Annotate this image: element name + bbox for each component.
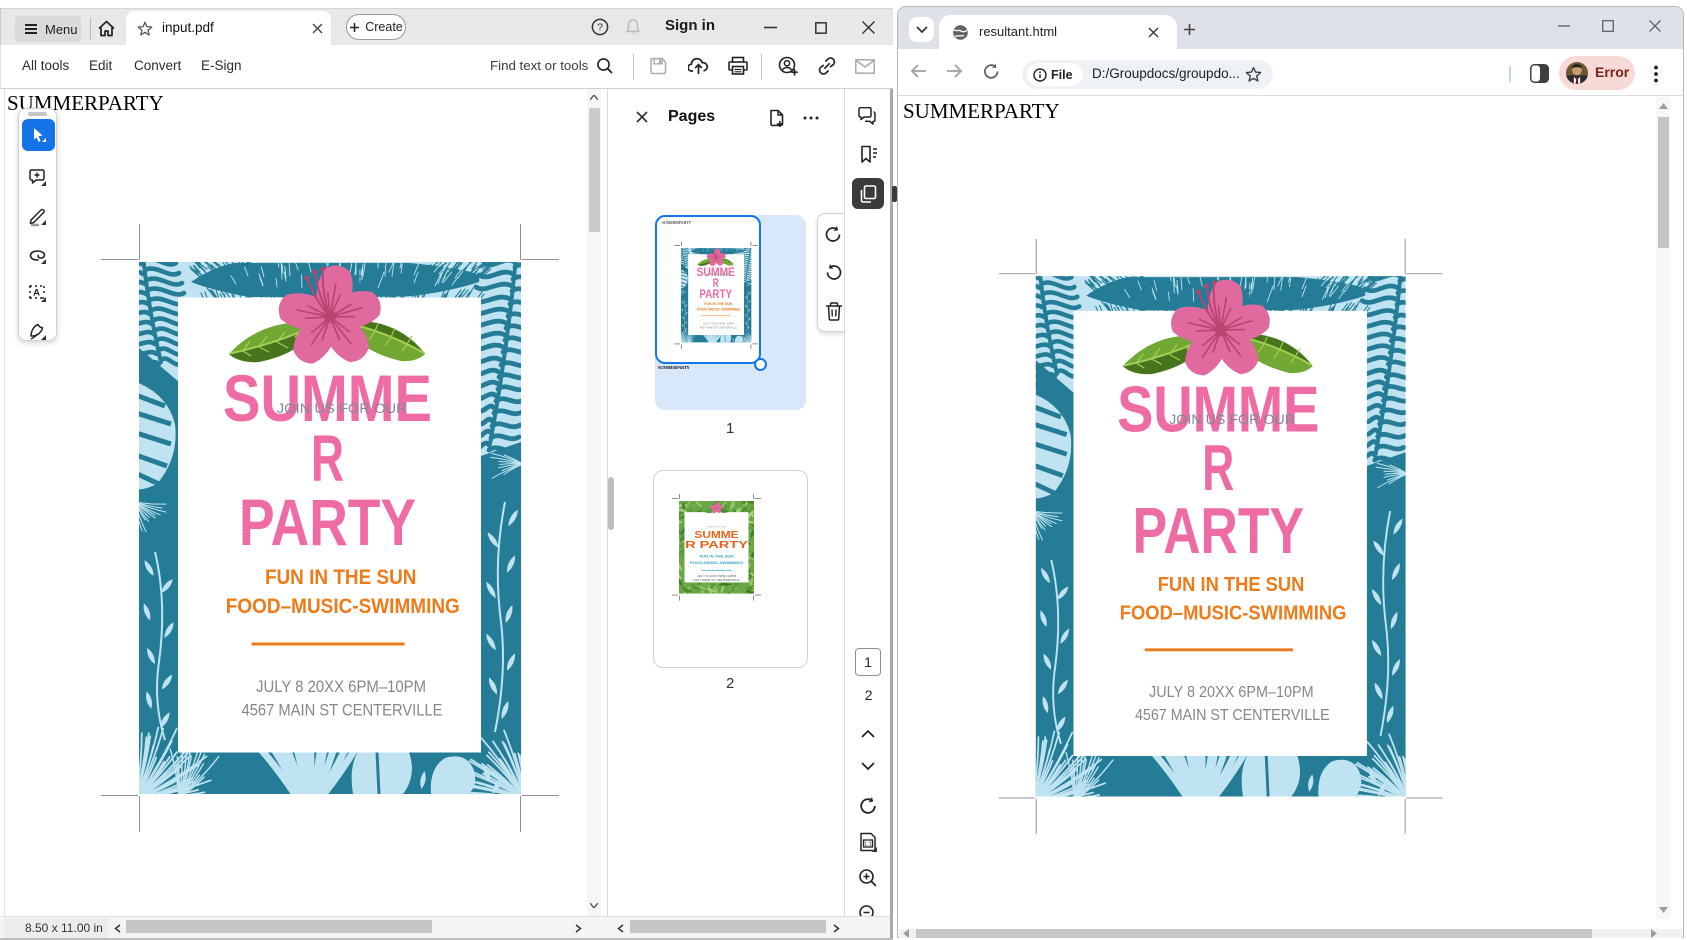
svg-text:A: A — [33, 287, 40, 298]
svg-text:?: ? — [597, 22, 603, 34]
svg-text:1:1: 1:1 — [864, 842, 872, 848]
